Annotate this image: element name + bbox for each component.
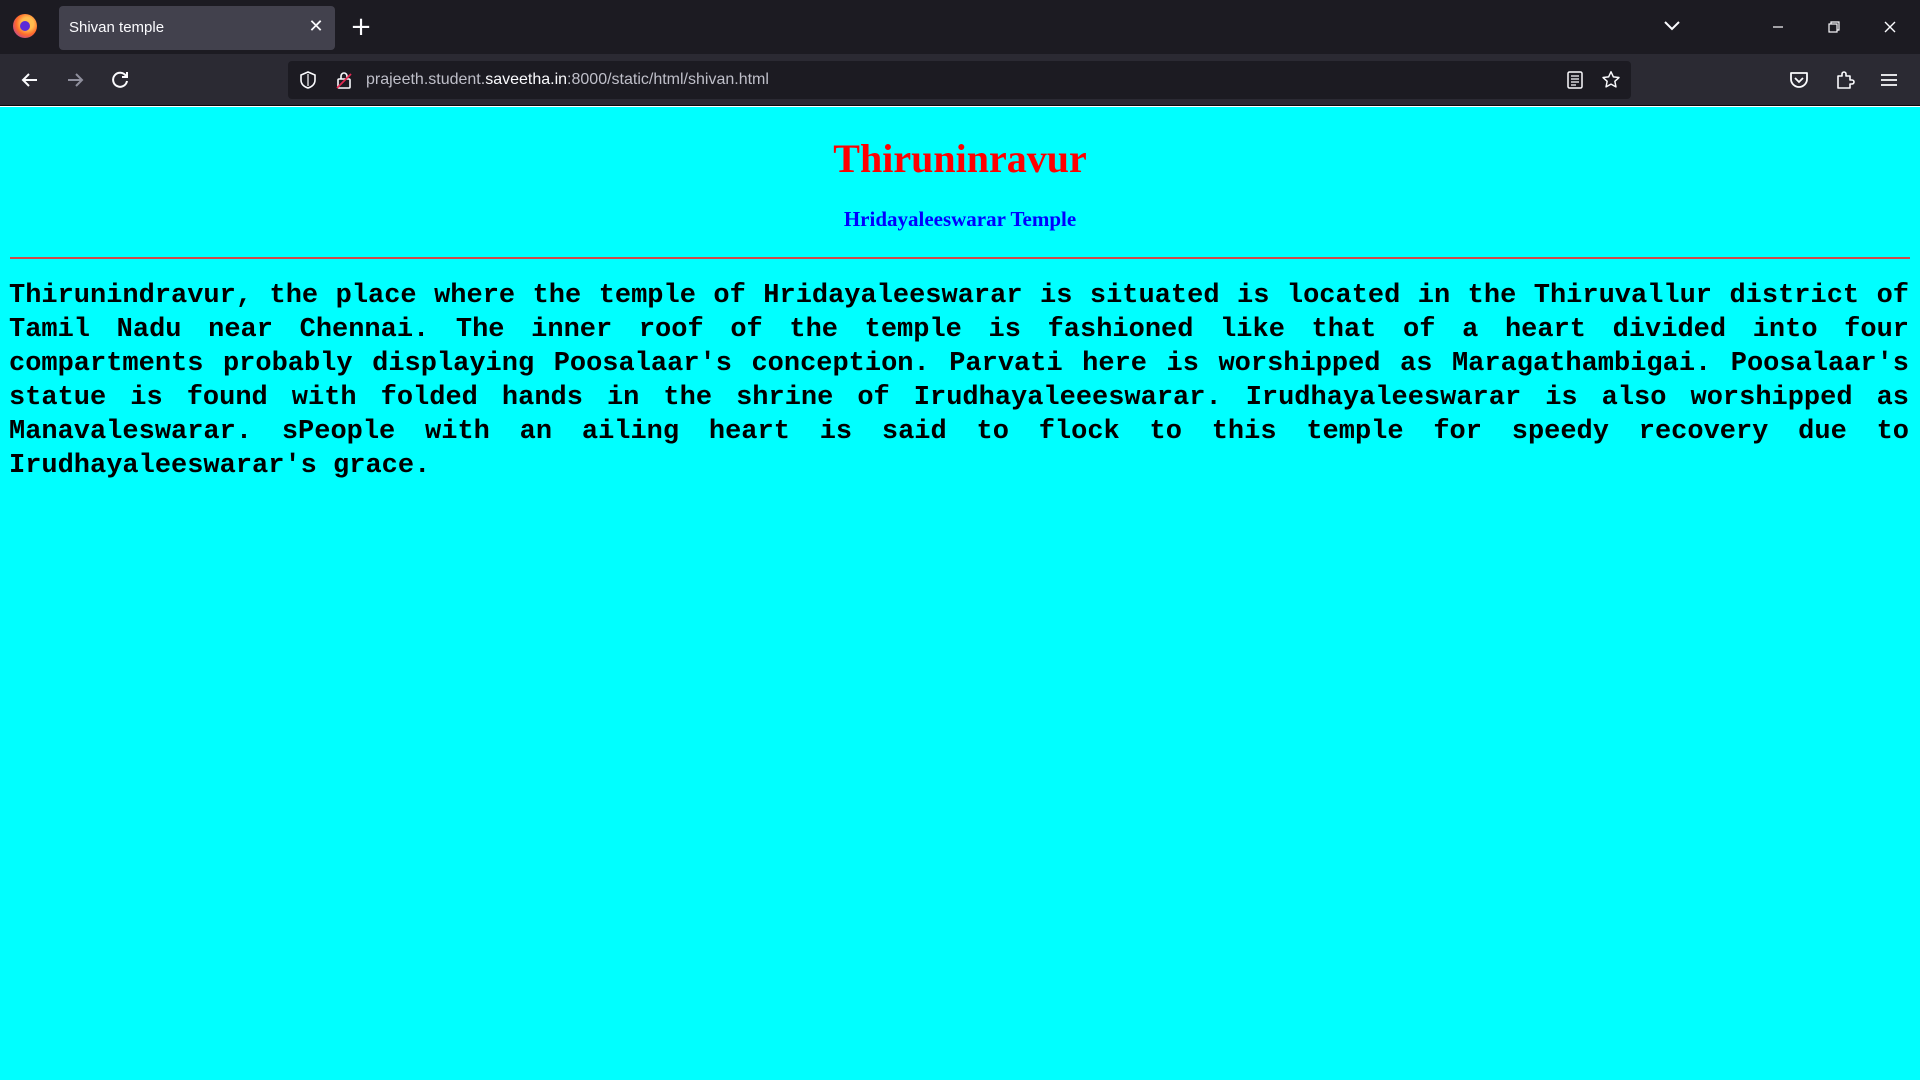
address-bar[interactable]: prajeeth.student.saveetha.in:8000/static…	[288, 61, 1631, 99]
minimize-button[interactable]	[1763, 12, 1793, 42]
url-suffix: :8000/static/html/shivan.html	[567, 71, 769, 88]
page-title: Thiruninravur	[833, 136, 1087, 181]
reader-view-icon[interactable]	[1565, 70, 1585, 90]
page-subtitle: Hridayaleeswarar Temple	[843, 207, 1077, 231]
horizontal-rule	[10, 257, 1910, 259]
reload-icon	[112, 71, 128, 88]
bookmark-star-icon[interactable]	[1600, 69, 1622, 91]
shield-icon[interactable]	[298, 70, 318, 90]
tab-shivan-temple[interactable]: Shivan temple ✕	[59, 6, 335, 50]
insecure-lock-icon[interactable]	[334, 70, 354, 90]
firefox-logo-icon	[13, 14, 37, 38]
article-paragraph: Thirunindravur, the place where the temp…	[9, 281, 1909, 481]
arrow-left-icon	[21, 73, 37, 87]
tab-title: Shivan temple	[69, 19, 165, 36]
pocket-icon[interactable]	[1787, 68, 1811, 92]
close-window-button[interactable]	[1875, 12, 1905, 42]
navigation-toolbar: prajeeth.student.saveetha.in:8000/static…	[0, 54, 1920, 106]
extensions-puzzle-icon[interactable]	[1833, 68, 1857, 92]
url-prefix: prajeeth.student.	[366, 71, 486, 88]
restore-button[interactable]	[1819, 12, 1849, 42]
page-content: Thiruninravur Hridayaleeswarar Temple Th…	[0, 107, 1920, 1080]
back-button[interactable]	[15, 65, 45, 95]
reload-button[interactable]	[105, 65, 135, 95]
arrow-right-icon	[68, 73, 84, 87]
restore-icon	[1828, 21, 1840, 33]
url-domain: saveetha.in	[485, 71, 568, 88]
chevron-down-icon[interactable]	[1660, 14, 1684, 38]
new-tab-button[interactable]: +	[349, 12, 373, 42]
forward-button[interactable]	[60, 65, 90, 95]
close-icon	[1884, 21, 1896, 33]
minimize-icon	[1773, 26, 1783, 28]
url-text[interactable]: prajeeth.student.saveetha.in:8000/static…	[366, 71, 769, 89]
close-tab-icon[interactable]: ✕	[305, 16, 327, 38]
hamburger-menu-icon[interactable]	[1877, 68, 1901, 92]
tab-strip: Shivan temple ✕ +	[0, 0, 1920, 54]
browser-window: Shivan temple ✕ + prajeeth.student.savee…	[0, 0, 1920, 1080]
